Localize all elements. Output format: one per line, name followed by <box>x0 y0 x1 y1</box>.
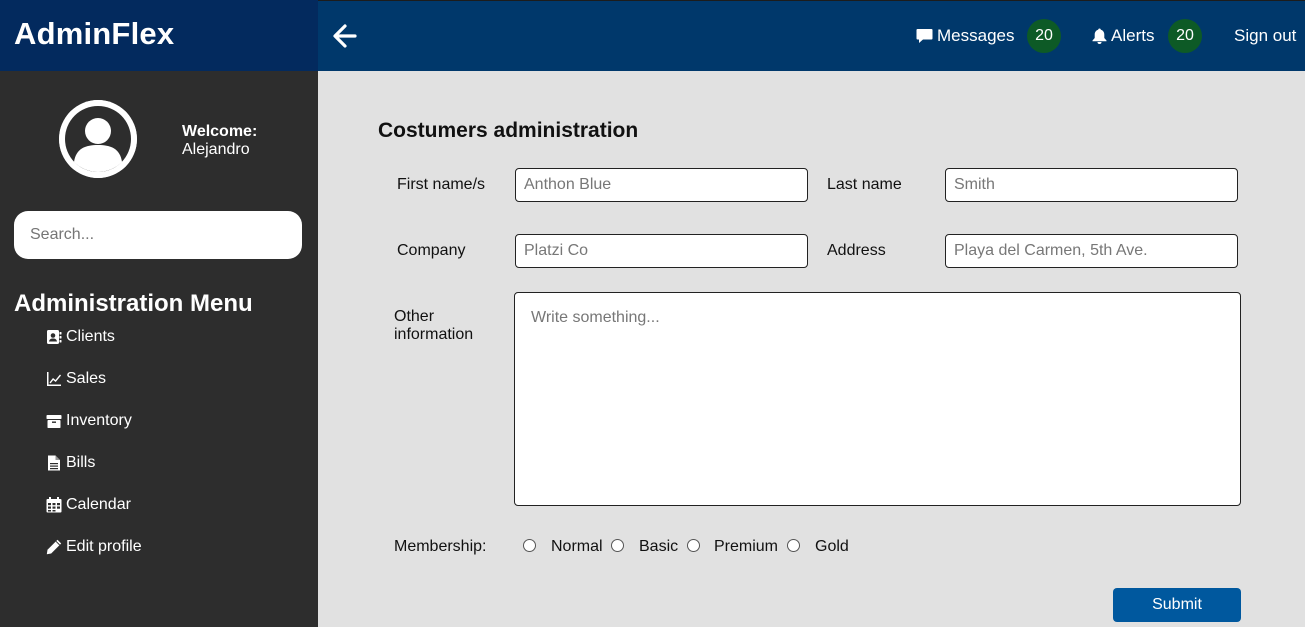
back-arrow-icon[interactable] <box>332 23 358 49</box>
brand-title[interactable]: AdminFlex <box>14 16 174 52</box>
user-avatar-icon <box>59 100 137 178</box>
menu-item-clients[interactable]: Clients <box>46 328 142 370</box>
first-name-field[interactable] <box>515 168 808 202</box>
messages-count-badge: 20 <box>1027 19 1061 53</box>
membership-option-gold: Gold <box>815 538 849 555</box>
other-information-label: Other information <box>394 308 473 344</box>
welcome-text: Welcome: Alejandro <box>182 123 257 159</box>
line-chart-icon <box>46 370 62 388</box>
membership-radio-normal[interactable] <box>523 539 536 552</box>
membership-option-premium: Premium <box>714 538 779 555</box>
other-label-line1: Other <box>394 308 435 325</box>
menu-item-bills[interactable]: Bills <box>46 454 142 496</box>
page-title: Costumers administration <box>378 119 639 142</box>
menu-item-label: Calendar <box>66 496 131 513</box>
menu-item-label: Bills <box>66 454 96 471</box>
first-name-label: First name/s <box>397 176 486 193</box>
other-label-line2: information <box>394 326 474 343</box>
address-book-icon <box>46 328 62 346</box>
membership-option-normal: Normal <box>551 538 603 555</box>
brand-bar: AdminFlex <box>0 0 318 71</box>
alerts-label: Alerts <box>1111 26 1155 45</box>
membership-radio-gold[interactable] <box>787 539 800 552</box>
archive-box-icon <box>46 412 62 430</box>
calendar-icon <box>46 496 62 514</box>
last-name-field[interactable] <box>945 168 1238 202</box>
admin-menu: Clients Sales Inventory Bills Calendar E… <box>46 328 142 580</box>
other-information-textarea[interactable] <box>514 292 1241 506</box>
pencil-icon <box>46 538 62 556</box>
user-name: Alejandro <box>182 141 250 158</box>
membership-option-basic: Basic <box>639 538 679 555</box>
alerts-count-badge: 20 <box>1168 19 1202 53</box>
menu-item-label: Clients <box>66 328 115 345</box>
welcome-label: Welcome: <box>182 123 258 140</box>
membership-radio-premium[interactable] <box>687 539 700 552</box>
submit-button[interactable]: Submit <box>1113 588 1241 622</box>
search-input[interactable] <box>14 211 302 259</box>
menu-item-label: Sales <box>66 370 107 387</box>
address-label: Address <box>827 242 886 259</box>
bell-icon <box>1092 28 1107 44</box>
sign-out-link[interactable]: Sign out <box>1234 26 1296 46</box>
menu-title: Administration Menu <box>14 290 253 317</box>
comment-icon <box>916 29 933 43</box>
menu-item-sales[interactable]: Sales <box>46 370 142 412</box>
avatar[interactable] <box>59 100 137 178</box>
address-field[interactable] <box>945 234 1238 268</box>
company-label: Company <box>397 242 466 259</box>
membership-label: Membership: <box>394 538 487 555</box>
menu-item-label: Edit profile <box>66 538 142 555</box>
file-icon <box>46 454 62 472</box>
menu-item-edit-profile[interactable]: Edit profile <box>46 538 142 580</box>
messages-label: Messages <box>937 26 1015 45</box>
menu-item-calendar[interactable]: Calendar <box>46 496 142 538</box>
top-header: Messages 20 Alerts 20 Sign out <box>318 0 1305 71</box>
company-field[interactable] <box>515 234 808 268</box>
last-name-label: Last name <box>827 176 902 193</box>
messages-link[interactable]: Messages <box>916 26 1014 46</box>
menu-item-inventory[interactable]: Inventory <box>46 412 142 454</box>
menu-item-label: Inventory <box>66 412 132 429</box>
sidebar: AdminFlex Welcome: Alejandro Administrat… <box>0 0 318 627</box>
membership-radio-basic[interactable] <box>611 539 624 552</box>
alerts-link[interactable]: Alerts <box>1092 26 1154 46</box>
